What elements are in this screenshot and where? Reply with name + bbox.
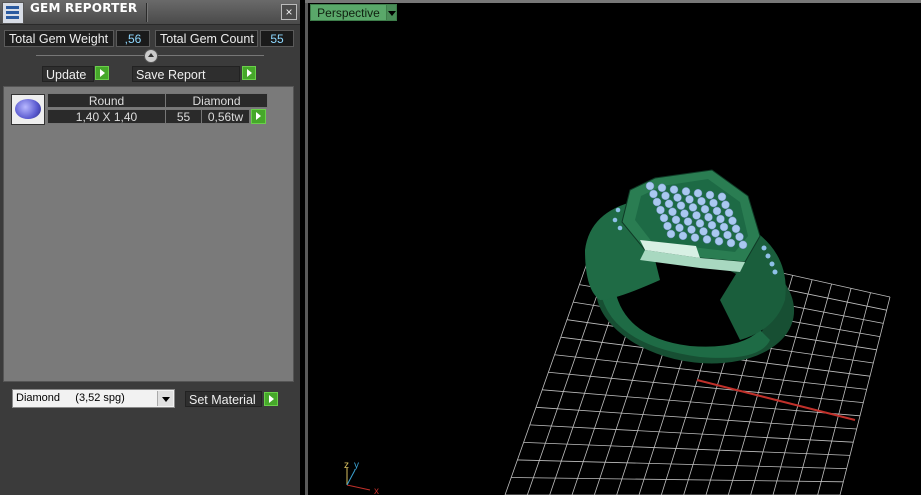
gem-reporter-app-icon: [2, 2, 24, 24]
close-icon[interactable]: ×: [281, 4, 297, 20]
gizmo-y-label: y: [354, 460, 359, 471]
gem-shape-header: Round: [47, 93, 166, 108]
total-gem-weight-label: Total Gem Weight: [4, 30, 114, 47]
gem-material-header: Diamond: [165, 93, 268, 108]
panel-titlebar: GEM REPORTER ×: [0, 0, 300, 25]
panel-collapse-toggle[interactable]: [144, 49, 158, 63]
gem-list-area: Round Diamond 1,40 X 1,40 55 0,56tw: [3, 86, 294, 382]
title-divider: [146, 3, 147, 22]
ring-scene: z y x: [344, 169, 891, 495]
update-play-icon[interactable]: [95, 66, 109, 80]
axis-gizmo: z y x: [344, 460, 379, 495]
panel-title: GEM REPORTER: [30, 1, 138, 15]
gizmo-x-label: x: [374, 486, 379, 495]
gem-weight-cell: 0,56tw: [201, 109, 250, 124]
total-gem-weight-value: ,56: [116, 30, 150, 47]
ring-model[interactable]: [585, 169, 804, 378]
perspective-view-tab[interactable]: Perspective: [310, 4, 387, 21]
view-dropdown-chevron-icon[interactable]: [386, 4, 397, 21]
update-button[interactable]: Update: [42, 66, 94, 82]
gem-size-cell: 1,40 X 1,40: [47, 109, 166, 124]
total-gem-count-label: Total Gem Count: [155, 30, 258, 47]
set-material-play-icon[interactable]: [264, 392, 278, 406]
material-select[interactable]: Diamond (3,52 spg): [12, 389, 175, 408]
round-diamond-thumbnail-icon: [11, 94, 45, 125]
set-material-button[interactable]: Set Material: [185, 391, 262, 407]
gem-count-cell: 55: [165, 109, 202, 124]
gizmo-z-label: z: [344, 460, 349, 471]
material-select-value: Diamond (3,52 spg): [16, 392, 125, 404]
save-report-play-icon[interactable]: [242, 66, 256, 80]
x-axis-line: [696, 379, 856, 421]
gem-row-play-icon[interactable]: [251, 109, 266, 124]
total-gem-count-value: 55: [260, 30, 294, 47]
save-report-button[interactable]: Save Report: [132, 66, 240, 82]
chevron-down-icon[interactable]: [157, 391, 173, 406]
gem-reporter-panel: GEM REPORTER × Total Gem Weight ,56 Tota…: [0, 0, 300, 495]
